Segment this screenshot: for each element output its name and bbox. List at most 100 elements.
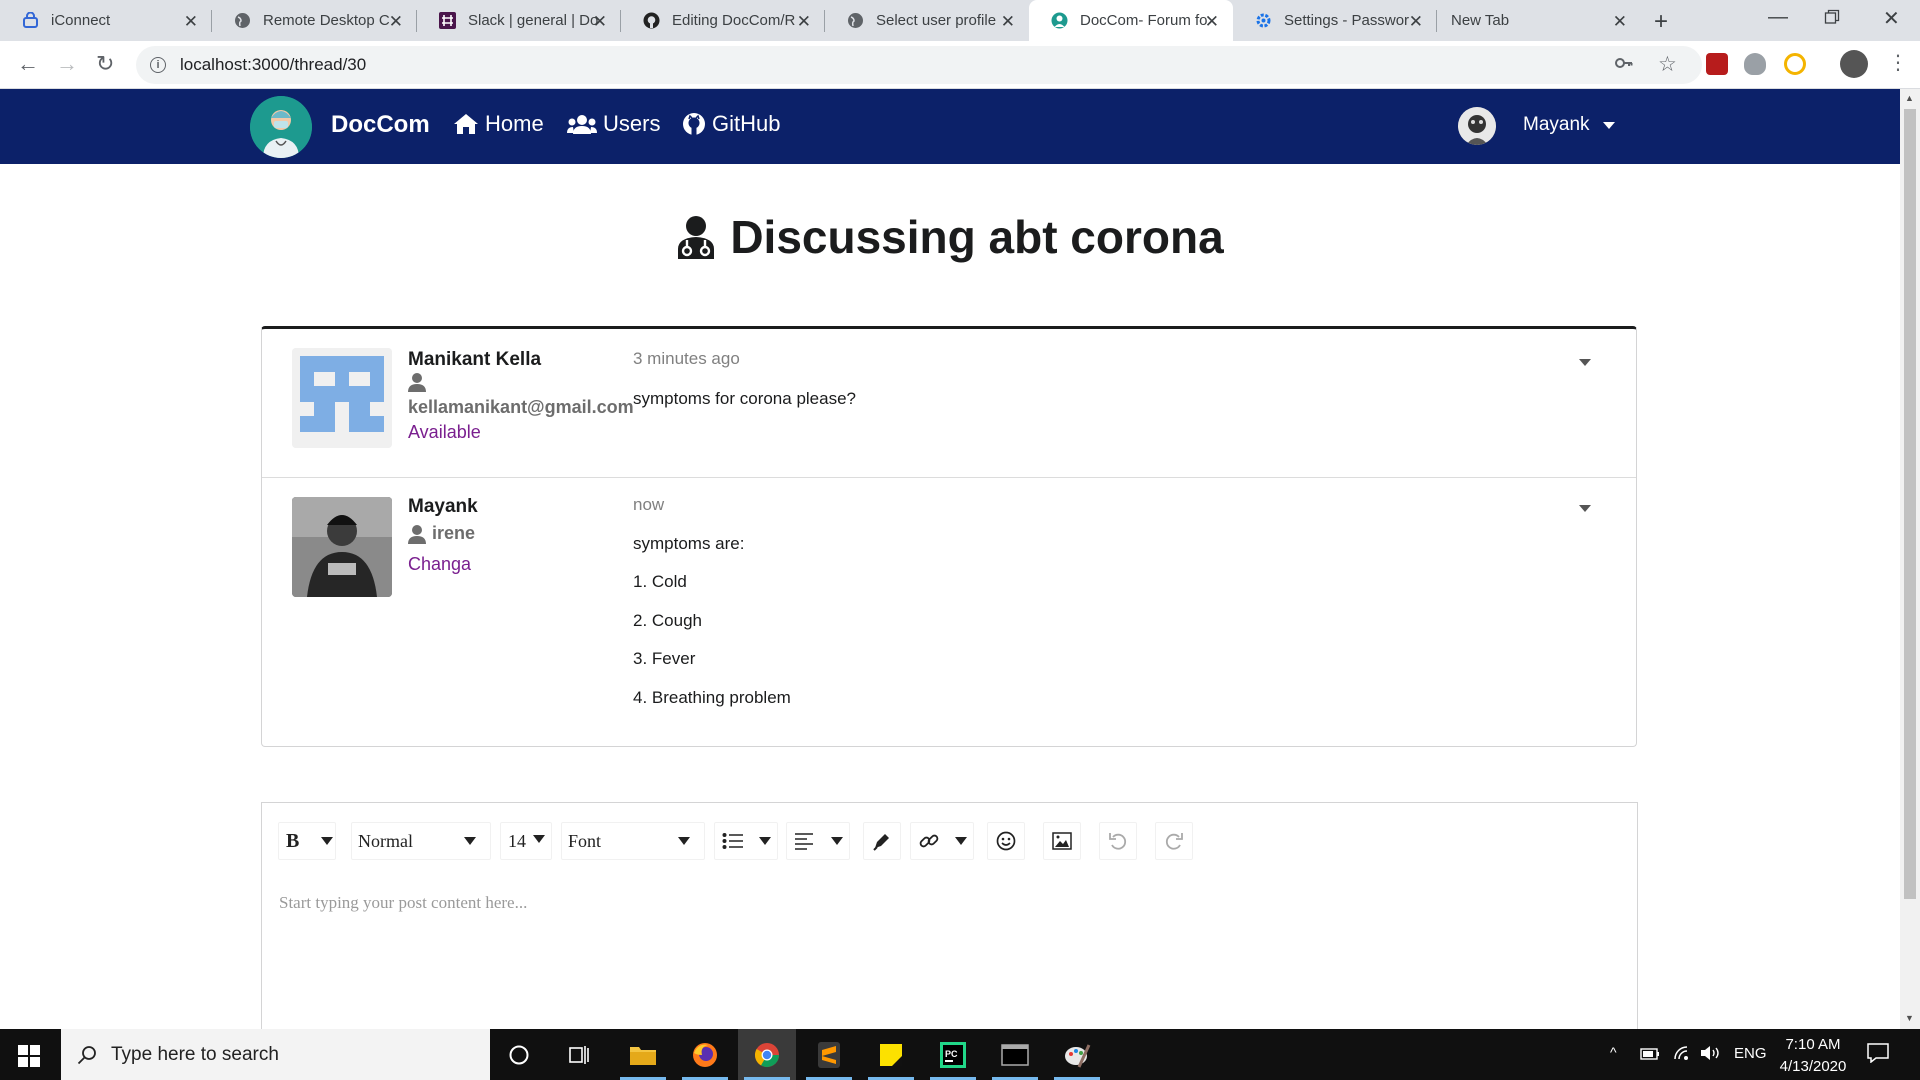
thread-title: Discussing abt corona xyxy=(0,210,1900,264)
menu-kebab-icon[interactable]: ⋮ xyxy=(1888,50,1908,75)
author-avatar[interactable] xyxy=(292,348,392,448)
key-icon[interactable] xyxy=(1614,53,1634,79)
tab-doccom[interactable]: DocCom- Forum fo ✕ xyxy=(1029,0,1233,41)
users-icon xyxy=(567,115,597,134)
battery-icon[interactable] xyxy=(1640,1047,1660,1064)
back-arrow-icon[interactable]: ← xyxy=(17,51,39,77)
font-family-dropdown[interactable]: Font xyxy=(561,822,705,860)
firefox-icon[interactable] xyxy=(676,1029,734,1080)
language-indicator[interactable]: ENG xyxy=(1734,1045,1767,1062)
url-text[interactable]: localhost:3000/thread/30 xyxy=(180,55,366,75)
tab-iconnect[interactable]: iConnect ✕ xyxy=(0,0,212,41)
pen-icon xyxy=(873,834,889,851)
scroll-thumb[interactable] xyxy=(1904,109,1916,899)
user-icon xyxy=(408,372,426,397)
tab-close-icon[interactable]: ✕ xyxy=(1613,12,1627,32)
tab-new-tab[interactable]: New Tab ✕ xyxy=(1437,0,1641,41)
post-content-line: symptoms are: xyxy=(633,534,745,553)
paint-icon[interactable] xyxy=(1048,1029,1106,1080)
nav-home-link[interactable]: Home xyxy=(453,111,544,137)
shield-extension-icon[interactable] xyxy=(1744,53,1766,75)
author-name[interactable]: Manikant Kella xyxy=(408,349,541,371)
align-left-icon xyxy=(795,833,813,850)
tab-close-icon[interactable]: ✕ xyxy=(1205,12,1219,32)
user-icon xyxy=(408,524,428,549)
slack-icon xyxy=(439,12,456,29)
bold-icon: B xyxy=(286,829,300,852)
pdf-extension-icon[interactable] xyxy=(1706,53,1728,75)
task-view-icon[interactable] xyxy=(551,1029,609,1080)
taskbar-search[interactable]: Type here to search xyxy=(61,1029,490,1080)
author-avatar[interactable] xyxy=(292,497,392,597)
tab-close-icon[interactable]: ✕ xyxy=(389,12,403,32)
author-name[interactable]: Mayank xyxy=(408,496,478,518)
nav-github-link[interactable]: GitHub xyxy=(682,111,780,137)
editor-content-area[interactable]: Start typing your post content here... xyxy=(279,893,527,913)
tab-select-profile[interactable]: Select user profile ✕ xyxy=(825,0,1029,41)
chevron-down-icon xyxy=(464,837,476,845)
forward-arrow-icon[interactable]: → xyxy=(56,51,78,77)
ring-extension-icon[interactable] xyxy=(1784,53,1806,75)
scroll-up-arrow-icon[interactable]: ▲ xyxy=(1905,93,1914,103)
tab-slack[interactable]: Slack | general | Do ✕ xyxy=(417,0,621,41)
close-window-icon[interactable]: ✕ xyxy=(1883,6,1900,31)
notifications-icon[interactable] xyxy=(1867,1043,1889,1067)
block-type-dropdown[interactable]: Normal xyxy=(351,822,491,860)
tab-close-icon[interactable]: ✕ xyxy=(593,12,607,32)
link-dropdown[interactable] xyxy=(910,822,974,860)
tab-close-icon[interactable]: ✕ xyxy=(1409,12,1423,32)
author-handle: kellamanikant@gmail.com xyxy=(408,397,634,417)
sublime-text-icon[interactable] xyxy=(800,1029,858,1080)
post-options-caret-icon[interactable] xyxy=(1579,359,1591,366)
tray-expand-chevron-icon[interactable]: ^ xyxy=(1610,1044,1617,1060)
font-size-dropdown[interactable]: 14 xyxy=(500,822,552,860)
tab-settings[interactable]: Settings - Passwor ✕ xyxy=(1233,0,1437,41)
text-align-dropdown[interactable] xyxy=(786,822,850,860)
bold-dropdown[interactable]: B xyxy=(278,822,336,860)
globe-icon xyxy=(847,12,864,29)
profile-avatar-icon[interactable] xyxy=(1840,50,1868,78)
user-menu-caret-icon[interactable] xyxy=(1603,122,1615,129)
tab-github-edit[interactable]: Editing DocCom/R ✕ xyxy=(621,0,825,41)
page-scrollbar[interactable]: ▲ ▼ xyxy=(1900,89,1920,1029)
file-explorer-icon[interactable] xyxy=(614,1029,672,1080)
address-bar[interactable]: i localhost:3000/thread/30 ☆ xyxy=(136,46,1702,84)
minimize-icon[interactable]: — xyxy=(1768,6,1788,29)
terminal-icon[interactable] xyxy=(986,1029,1044,1080)
tab-close-icon[interactable]: ✕ xyxy=(797,12,811,32)
list-dropdown[interactable] xyxy=(714,822,778,860)
image-button[interactable] xyxy=(1043,822,1081,860)
new-tab-plus-icon[interactable]: + xyxy=(1654,8,1668,36)
doccom-logo[interactable] xyxy=(250,96,312,158)
sticky-notes-icon[interactable] xyxy=(862,1029,920,1080)
author-status: Changa xyxy=(408,554,472,574)
post-options-caret-icon[interactable] xyxy=(1579,505,1591,512)
tab-close-icon[interactable]: ✕ xyxy=(184,12,198,32)
text-color-button[interactable] xyxy=(863,822,901,860)
pycharm-icon[interactable]: PC xyxy=(924,1029,982,1080)
restore-icon[interactable] xyxy=(1824,8,1840,31)
post-item: Mayank irene Changa now symptoms are: 1.… xyxy=(262,478,1636,746)
redo-icon xyxy=(1165,833,1183,850)
browser-toolbar: ← → ↻ i localhost:3000/thread/30 ☆ ⋮ xyxy=(0,41,1920,89)
wifi-icon[interactable] xyxy=(1673,1045,1691,1065)
user-menu-name[interactable]: Mayank xyxy=(1523,114,1590,136)
reload-icon[interactable]: ↻ xyxy=(96,51,114,77)
nav-users-link[interactable]: Users xyxy=(567,111,660,137)
windows-start-icon[interactable] xyxy=(18,1045,40,1067)
undo-icon xyxy=(1109,833,1127,850)
user-avatar[interactable] xyxy=(1458,107,1496,145)
emoji-button[interactable] xyxy=(987,822,1025,860)
chrome-icon[interactable] xyxy=(738,1029,796,1080)
bookmark-star-icon[interactable]: ☆ xyxy=(1658,52,1677,77)
volume-icon[interactable] xyxy=(1700,1045,1720,1065)
scroll-down-arrow-icon[interactable]: ▼ xyxy=(1905,1013,1914,1023)
site-info-icon[interactable]: i xyxy=(150,57,166,73)
brand-name[interactable]: DocCom xyxy=(331,111,430,139)
tab-close-icon[interactable]: ✕ xyxy=(1001,12,1015,32)
cortana-icon[interactable] xyxy=(490,1029,548,1080)
tab-remote-desktop[interactable]: Remote Desktop C ✕ xyxy=(212,0,417,41)
taskbar-clock[interactable]: 7:10 AM 4/13/2020 xyxy=(1768,1034,1858,1078)
undo-button[interactable] xyxy=(1099,822,1137,860)
redo-button[interactable] xyxy=(1155,822,1193,860)
